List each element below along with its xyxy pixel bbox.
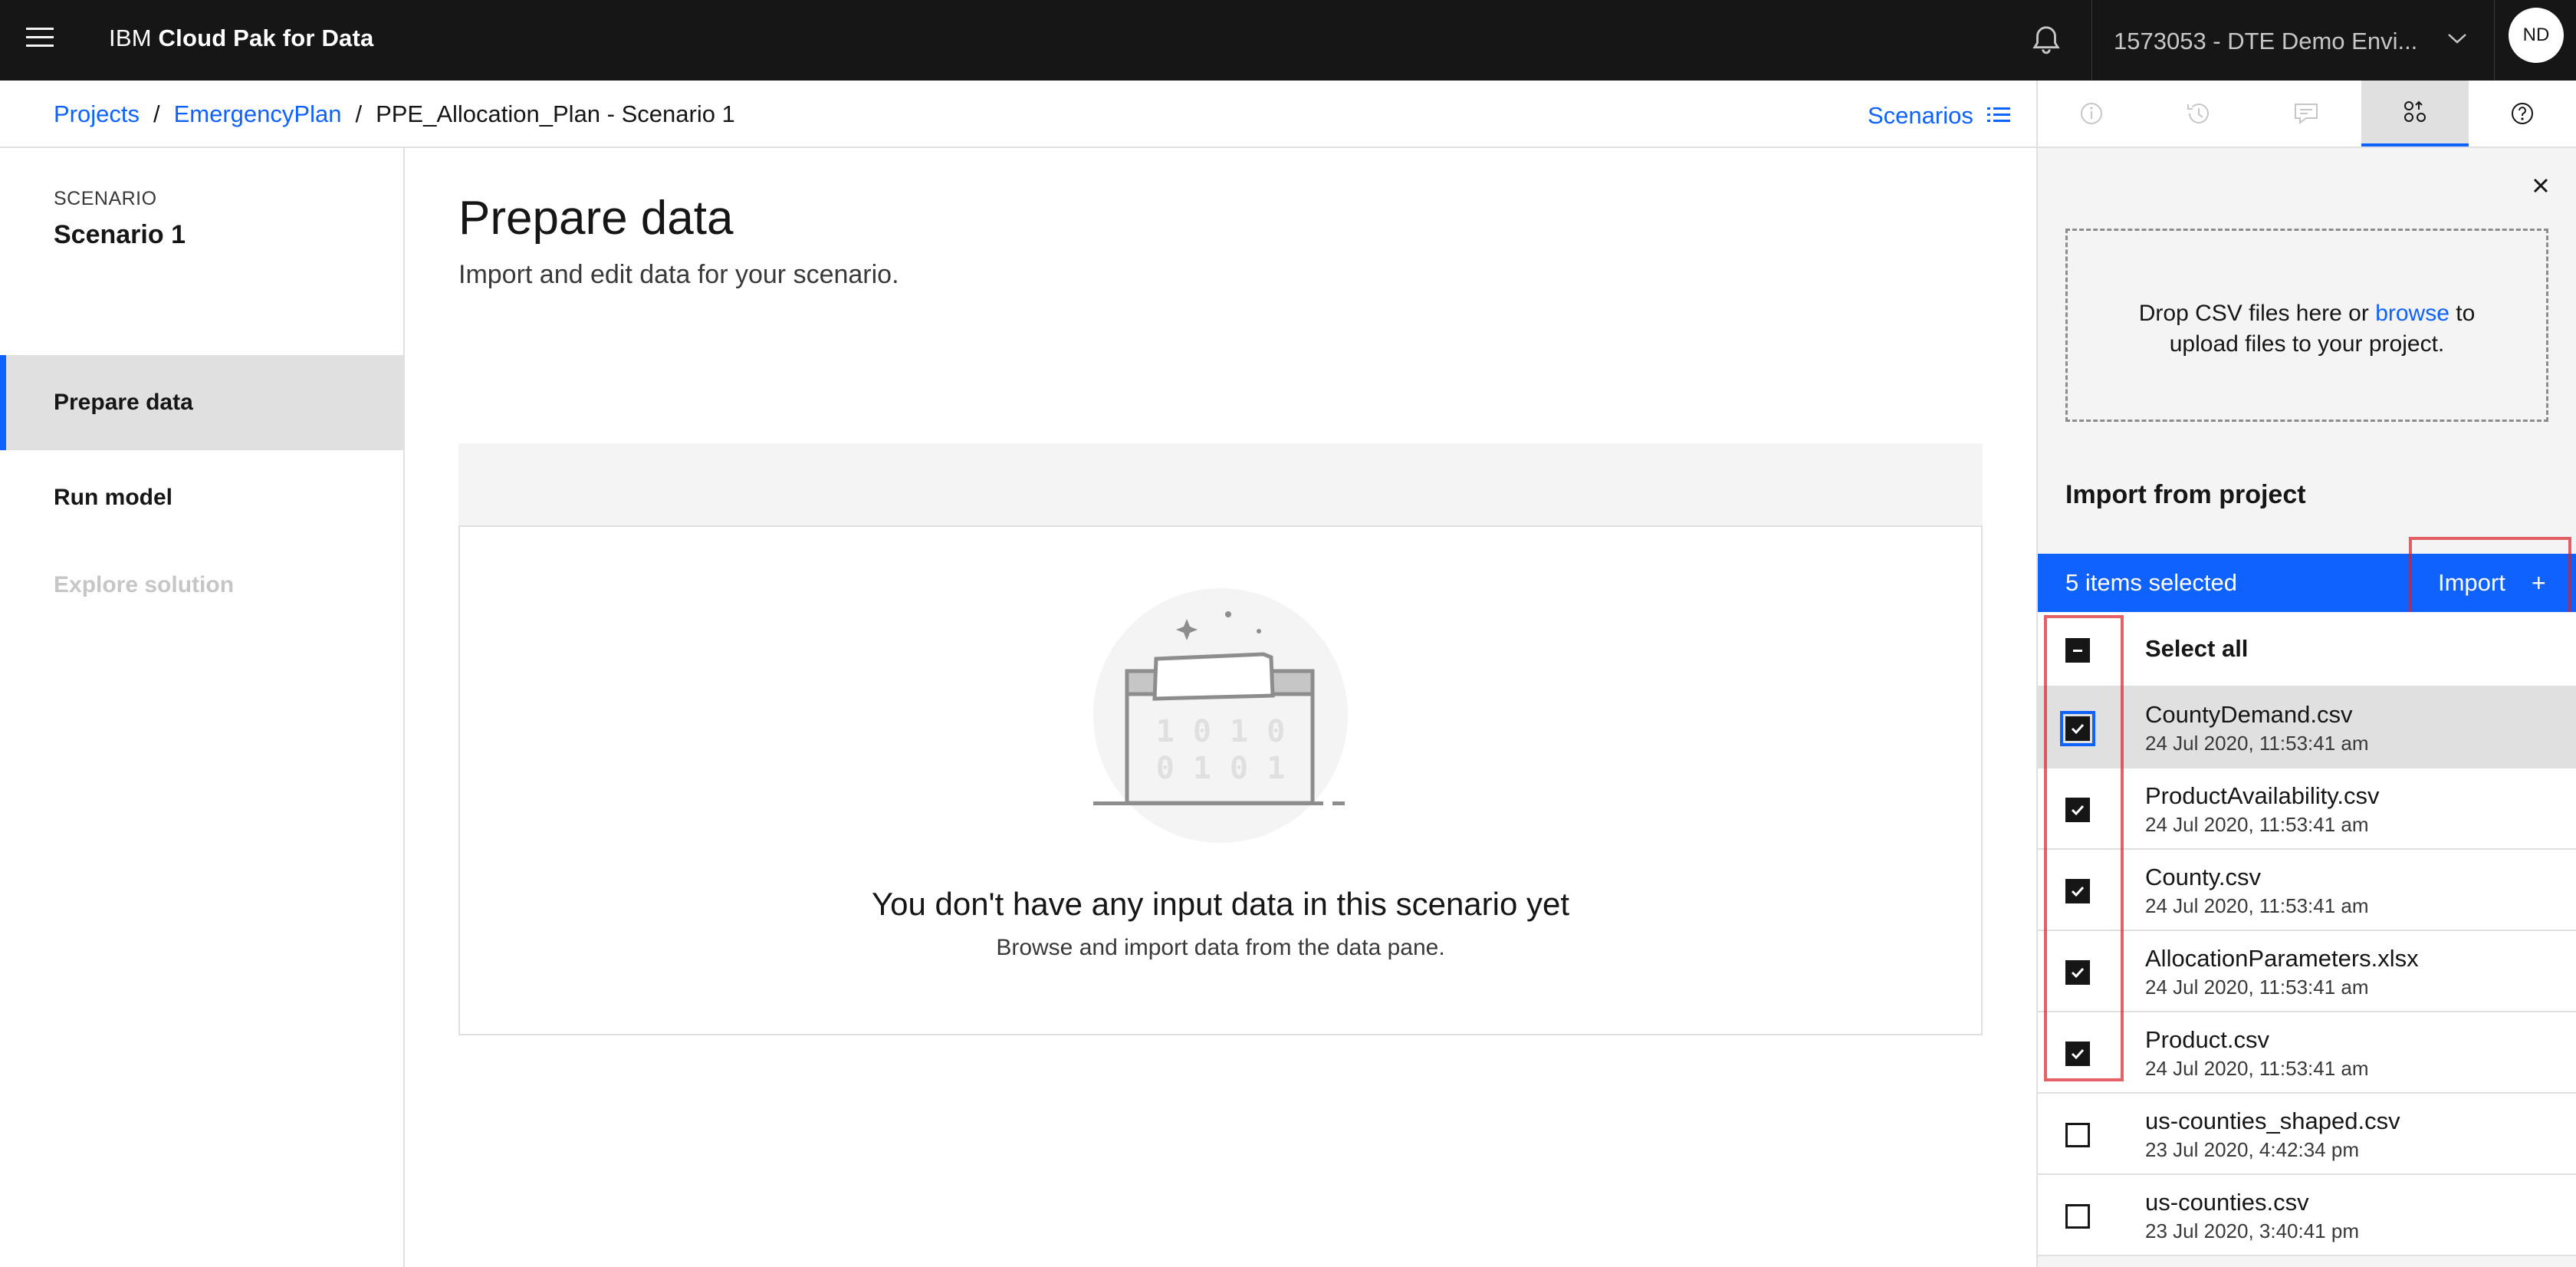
scenarios-button[interactable]: Scenarios (1868, 102, 1973, 130)
help-button[interactable] (2469, 81, 2576, 146)
checkbox-column-highlight (2044, 615, 2124, 1081)
drop-text-suffix: to (2449, 301, 2476, 326)
file-name: us-counties_shaped.csv (2145, 1107, 2400, 1134)
nav-run-model[interactable]: Run model (0, 450, 403, 545)
file-date: 24 Jul 2020, 11:53:41 am (2145, 732, 2369, 755)
environment-label: 1573053 - DTE Demo Envi... (2114, 28, 2418, 54)
file-name: us-counties.csv (2145, 1189, 2309, 1216)
main-content: Prepare data Import and edit data for yo… (406, 148, 2036, 1267)
file-name: Product.csv (2145, 1026, 2269, 1053)
page-title: Prepare data (458, 192, 734, 245)
file-row[interactable]: us-counties_shaped.csv 23 Jul 2020, 4:42… (2038, 1094, 2576, 1175)
environment-switcher[interactable]: 1573053 - DTE Demo Envi... (2091, 0, 2495, 81)
breadcrumb-emergencyplan[interactable]: EmergencyPlan (174, 100, 342, 127)
breadcrumb: Projects / EmergencyPlan / PPE_Allocation_Pl… (54, 100, 735, 128)
data-pane-icon (2404, 100, 2426, 122)
drop-text: Drop CSV files here or (2138, 301, 2376, 326)
breadcrumb-projects[interactable]: Projects (54, 100, 140, 127)
side-panel-toolbar (2036, 81, 2576, 148)
file-name: AllocationParameters.xlsx (2145, 945, 2419, 972)
file-name: CountyDemand.csv (2145, 701, 2353, 728)
top-header: IBM Cloud Pak for Data 1573053 - DTE Dem… (0, 0, 2576, 81)
svg-text:0 1 0 1: 0 1 0 1 (1156, 751, 1286, 786)
file-date: 24 Jul 2020, 11:53:41 am (2145, 813, 2369, 836)
browse-link[interactable]: browse (2375, 301, 2450, 326)
comments-button[interactable] (2252, 81, 2360, 146)
help-icon (2512, 103, 2533, 124)
history-icon (2187, 104, 2209, 123)
breadcrumb-bar: Projects / EmergencyPlan / PPE_Allocation_Pl… (0, 81, 2036, 148)
list-icon[interactable] (1987, 105, 2010, 125)
close-icon[interactable] (2530, 175, 2551, 196)
file-row[interactable]: us-counties.csv 23 Jul 2020, 3:40:41 pm (2038, 1175, 2576, 1256)
csv-drop-zone[interactable]: Drop CSV files here or browse to upload … (2065, 229, 2548, 422)
chevron-down-icon (2448, 34, 2466, 44)
menu-icon[interactable] (26, 28, 54, 51)
info-button[interactable] (2038, 81, 2145, 146)
breadcrumb-current: PPE_Allocation_Plan - Scenario 1 (376, 100, 735, 127)
selected-count: 5 items selected (2065, 569, 2237, 596)
file-name: County.csv (2145, 864, 2262, 890)
empty-state-subtitle: Browse and import data from the data pan… (996, 935, 1445, 960)
brand-name: Cloud Pak for Data (158, 25, 374, 51)
brand-prefix: IBM (109, 25, 152, 51)
file-date: 24 Jul 2020, 11:53:41 am (2145, 976, 2369, 999)
scenario-name: Scenario 1 (54, 220, 186, 249)
drop-text-line2: upload files to your project. (2169, 331, 2445, 357)
scenario-section-label: SCENARIO (54, 188, 157, 209)
svg-text:1 0 1 0: 1 0 1 0 (1156, 714, 1286, 749)
breadcrumb-separator: / (355, 100, 363, 127)
notification-bell-icon[interactable] (2029, 23, 2064, 58)
user-avatar[interactable]: ND (2509, 8, 2564, 63)
chat-icon (2295, 104, 2318, 124)
empty-state: 1 0 1 0 0 1 0 1 You don't have any input… (458, 525, 1983, 1035)
data-pane-button[interactable] (2361, 81, 2469, 146)
file-checkbox[interactable] (2065, 1123, 2090, 1147)
file-date: 24 Jul 2020, 11:53:41 am (2145, 894, 2369, 917)
file-date: 23 Jul 2020, 3:40:41 pm (2145, 1219, 2359, 1242)
scenario-sidebar: SCENARIO Scenario 1 Prepare data Run mod… (0, 148, 405, 1267)
nav-prepare-data[interactable]: Prepare data (0, 355, 403, 450)
file-checkbox[interactable] (2065, 1204, 2090, 1229)
empty-folder-illustration: 1 0 1 0 0 1 0 1 (1093, 588, 1348, 843)
select-all-label: Select all (2145, 635, 2249, 662)
info-icon (2081, 103, 2102, 124)
import-from-project-heading: Import from project (2065, 480, 2306, 509)
empty-state-title: You don't have any input data in this sc… (871, 886, 1570, 922)
file-date: 24 Jul 2020, 11:53:41 am (2145, 1057, 2369, 1080)
empty-table-header (458, 443, 1983, 526)
breadcrumb-separator: / (153, 100, 160, 127)
import-button-highlight (2409, 537, 2571, 623)
brand-title: IBM Cloud Pak for Data (109, 25, 373, 52)
history-button[interactable] (2145, 81, 2252, 146)
page-subtitle: Import and edit data for your scenario. (458, 260, 899, 289)
file-name: ProductAvailability.csv (2145, 782, 2380, 809)
file-date: 23 Jul 2020, 4:42:34 pm (2145, 1138, 2359, 1161)
nav-explore-solution: Explore solution (54, 572, 235, 597)
